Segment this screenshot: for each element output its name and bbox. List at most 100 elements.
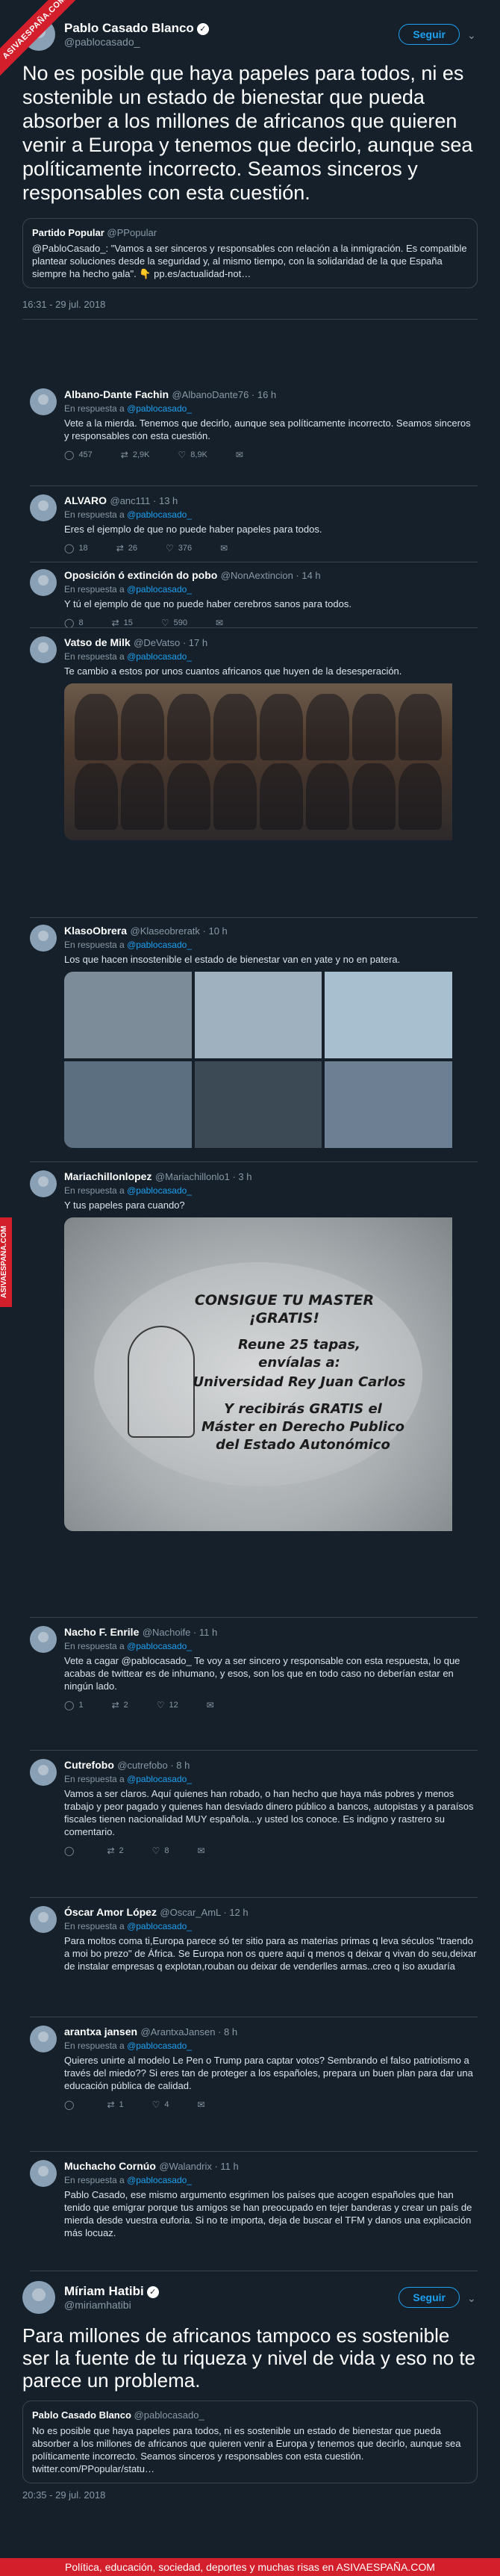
follow-button[interactable]: Seguir — [399, 2287, 460, 2308]
message-button[interactable]: ✉ — [216, 618, 223, 628]
reply-handle[interactable]: @Oscar_AmL · 12 h — [160, 1907, 248, 1918]
reply-handle[interactable]: @NonAextincion · 14 h — [221, 570, 321, 581]
reply-icon: ◯ — [64, 1846, 75, 1856]
reply-count[interactable]: ◯ 457 — [64, 450, 93, 460]
like-count[interactable]: ♡ 590 — [161, 618, 187, 628]
reply-author[interactable]: Albano-Dante Fachin — [64, 388, 169, 400]
avatar[interactable] — [30, 925, 57, 952]
author-handle[interactable]: @pablocasado_ — [64, 36, 209, 48]
follow-button[interactable]: Seguir — [399, 24, 460, 45]
reply[interactable]: Cutrefobo @cutrefobo · 8 h En respuesta … — [30, 1759, 478, 1856]
retweet-count[interactable]: ⇄ 1 — [107, 2099, 123, 2110]
mention-link[interactable]: @pablocasado_ — [127, 651, 192, 662]
reply-count[interactable]: ◯ — [64, 1846, 78, 1856]
quote-tweet: Míriam Hatibi ✓ @miriamhatibi Seguir ⌄ Pa… — [22, 2274, 478, 2501]
mention-link[interactable]: @pablocasado_ — [127, 1185, 192, 1196]
message-button[interactable]: ✉ — [207, 1700, 214, 1710]
mention-link[interactable]: @pablocasado_ — [127, 1921, 192, 1931]
avatar[interactable] — [30, 1626, 57, 1653]
photo-collage[interactable] — [64, 972, 478, 1148]
reply-handle[interactable]: @Nachoife · 11 h — [143, 1627, 217, 1638]
mention-link[interactable]: @pablocasado_ — [127, 2040, 192, 2051]
attached-photo[interactable]: CONSIGUE TU MASTER ¡GRATIS! Reune 25 tap… — [64, 1217, 478, 1531]
reply-count[interactable]: ◯ 1 — [64, 1700, 84, 1710]
reply-handle[interactable]: @Mariachillonlo1 · 3 h — [155, 1171, 252, 1182]
avatar[interactable] — [30, 1170, 57, 1197]
chevron-down-icon[interactable]: ⌄ — [467, 29, 478, 41]
mention-link[interactable]: @pablocasado_ — [127, 403, 192, 414]
chevron-down-icon[interactable]: ⌄ — [467, 2292, 478, 2304]
like-count[interactable]: ♡ 376 — [166, 543, 192, 553]
retweet-count[interactable]: ⇄ 2,9K — [121, 450, 150, 460]
retweet-icon: ⇄ — [111, 618, 119, 628]
avatar[interactable] — [30, 1906, 57, 1933]
attached-photo[interactable] — [64, 683, 478, 840]
avatar[interactable] — [30, 1759, 57, 1786]
retweet-count[interactable]: ⇄ 26 — [116, 543, 137, 553]
reply[interactable]: Nacho F. Enrile @Nachoife · 11 h En resp… — [30, 1626, 478, 1710]
mention-link[interactable]: @pablocasado_ — [127, 584, 192, 595]
reply[interactable]: ALVARO @anc111 · 13 h En respuesta a @pa… — [30, 494, 478, 553]
reply[interactable]: Mariachillonlopez @Mariachillonlo1 · 3 h… — [30, 1170, 478, 1531]
reply-author[interactable]: Muchacho Cornúo — [64, 2160, 156, 2172]
reply-handle[interactable]: @ArantxaJansen · 8 h — [141, 2026, 238, 2037]
avatar[interactable] — [30, 494, 57, 521]
like-count[interactable]: ♡ 4 — [152, 2099, 169, 2110]
reply-author[interactable]: KlasoObrera — [64, 925, 127, 937]
avatar[interactable] — [30, 2160, 57, 2187]
reply-author[interactable]: Mariachillonlopez — [64, 1170, 151, 1182]
author-name[interactable]: Pablo Casado Blanco — [64, 21, 194, 35]
message-button[interactable]: ✉ — [220, 543, 228, 553]
author-handle[interactable]: @miriamhatibi — [64, 2299, 159, 2311]
reply[interactable]: Óscar Amor López @Oscar_AmL · 12 h En re… — [30, 1906, 478, 1973]
avatar[interactable] — [22, 2281, 55, 2314]
timestamp[interactable]: 20:35 - 29 jul. 2018 — [22, 2489, 478, 2501]
reply-author[interactable]: Vatso de Milk — [64, 636, 131, 648]
reply-handle[interactable]: @Klaseobreratk · 10 h — [131, 925, 228, 937]
reply-handle[interactable]: @Walandrix · 11 h — [159, 2161, 238, 2172]
reply[interactable]: Oposición ó extinción do pobo @NonAextin… — [30, 569, 478, 628]
reply[interactable]: arantxa jansen @ArantxaJansen · 8 h En r… — [30, 2026, 478, 2110]
reply-handle[interactable]: @AlbanoDante76 · 16 h — [172, 389, 276, 400]
reply-author[interactable]: Nacho F. Enrile — [64, 1626, 139, 1638]
reply-author[interactable]: Óscar Amor López — [64, 1906, 157, 1918]
retweet-count[interactable]: ⇄ 15 — [112, 618, 133, 628]
retweet-count[interactable]: ⇄ 2 — [112, 1700, 128, 1710]
mention-link[interactable]: @pablocasado_ — [127, 1641, 192, 1651]
reply-handle[interactable]: @DeVatso · 17 h — [134, 637, 207, 648]
reply-handle[interactable]: @cutrefobo · 8 h — [117, 1760, 190, 1771]
avatar[interactable] — [30, 569, 57, 596]
message-button[interactable]: ✉ — [198, 1846, 205, 1856]
in-reply-to: En respuesta a @pablocasado_ — [64, 1641, 192, 1651]
reply[interactable]: Muchacho Cornúo @Walandrix · 11 h En res… — [30, 2160, 478, 2239]
mention-link[interactable]: @pablocasado_ — [127, 509, 192, 520]
reply-text: Para moltos coma ti,Europa parece só ter… — [64, 1935, 477, 1972]
avatar[interactable] — [30, 388, 57, 415]
avatar[interactable] — [30, 2026, 57, 2052]
mention-link[interactable]: @pablocasado_ — [127, 1774, 192, 1784]
timestamp[interactable]: 16:31 - 29 jul. 2018 — [22, 299, 478, 310]
mention-link[interactable]: @pablocasado_ — [127, 940, 192, 950]
reply[interactable]: Vatso de Milk @DeVatso · 17 h En respues… — [30, 636, 478, 840]
avatar[interactable] — [30, 636, 57, 663]
like-count[interactable]: ♡ 8 — [152, 1846, 169, 1856]
retweet-count[interactable]: ⇄ 2 — [107, 1846, 123, 1856]
mention-link[interactable]: @pablocasado_ — [127, 2175, 192, 2185]
like-count[interactable]: ♡ 8,9K — [178, 450, 207, 460]
message-button[interactable]: ✉ — [236, 450, 243, 460]
reply[interactable]: KlasoObrera @Klaseobreratk · 10 h En res… — [30, 925, 478, 1148]
author-name[interactable]: Míriam Hatibi — [64, 2284, 144, 2298]
reply-author[interactable]: ALVARO — [64, 494, 107, 506]
quoted-tweet[interactable]: Pablo Casado Blanco @pablocasado_ No es … — [22, 2400, 478, 2483]
reply-author[interactable]: Oposición ó extinción do pobo — [64, 569, 217, 581]
reply-count[interactable]: ◯ — [64, 2099, 78, 2110]
message-button[interactable]: ✉ — [198, 2099, 205, 2110]
reply[interactable]: Albano-Dante Fachin @AlbanoDante76 · 16 … — [30, 388, 478, 460]
reply-count[interactable]: ◯ 18 — [64, 543, 88, 553]
quoted-tweet[interactable]: Partido Popular @PPopular @PabloCasado_:… — [22, 218, 478, 288]
like-count[interactable]: ♡ 12 — [157, 1700, 178, 1710]
reply-count[interactable]: ◯ 8 — [64, 618, 84, 628]
reply-handle[interactable]: @anc111 · 13 h — [110, 495, 178, 506]
reply-author[interactable]: Cutrefobo — [64, 1759, 114, 1771]
reply-author[interactable]: arantxa jansen — [64, 2026, 137, 2037]
